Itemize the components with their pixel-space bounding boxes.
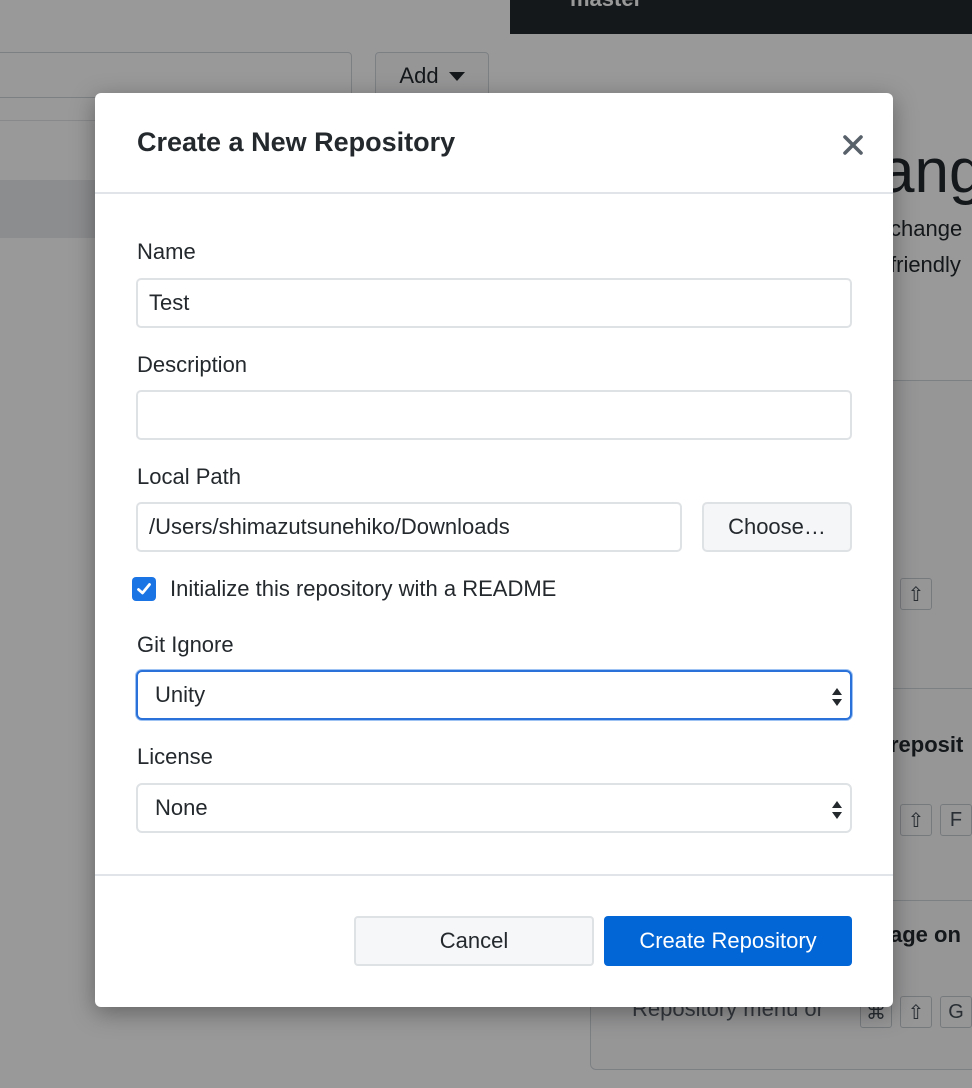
select-arrows-icon: [832, 688, 842, 706]
header-divider: [95, 192, 893, 194]
create-repository-button[interactable]: Create Repository: [604, 916, 852, 966]
git-ignore-label: Git Ignore: [137, 632, 234, 657]
name-input[interactable]: [136, 278, 852, 328]
footer-divider: [95, 874, 893, 876]
readme-checkbox-label[interactable]: Initialize this repository with a README: [170, 576, 556, 602]
readme-checkbox[interactable]: [132, 577, 156, 601]
license-label: License: [137, 744, 213, 769]
dialog-title: Create a New Repository: [137, 127, 456, 157]
git-ignore-select[interactable]: Unity: [136, 670, 852, 720]
git-ignore-value: Unity: [155, 682, 206, 707]
close-icon: [843, 135, 863, 155]
description-input[interactable]: [136, 390, 852, 440]
license-select[interactable]: None: [136, 783, 852, 833]
close-button[interactable]: [835, 127, 871, 163]
select-arrows-icon: [832, 801, 842, 819]
description-label: Description: [137, 352, 248, 377]
name-label: Name: [137, 239, 196, 264]
license-value: None: [155, 795, 208, 820]
checkmark-icon: [137, 583, 151, 595]
local-path-label: Local Path: [137, 464, 241, 489]
local-path-input[interactable]: [136, 502, 682, 552]
choose-button[interactable]: Choose…: [702, 502, 852, 552]
create-repository-dialog: Create a New Repository Name Description…: [95, 93, 893, 1007]
cancel-button[interactable]: Cancel: [354, 916, 594, 966]
